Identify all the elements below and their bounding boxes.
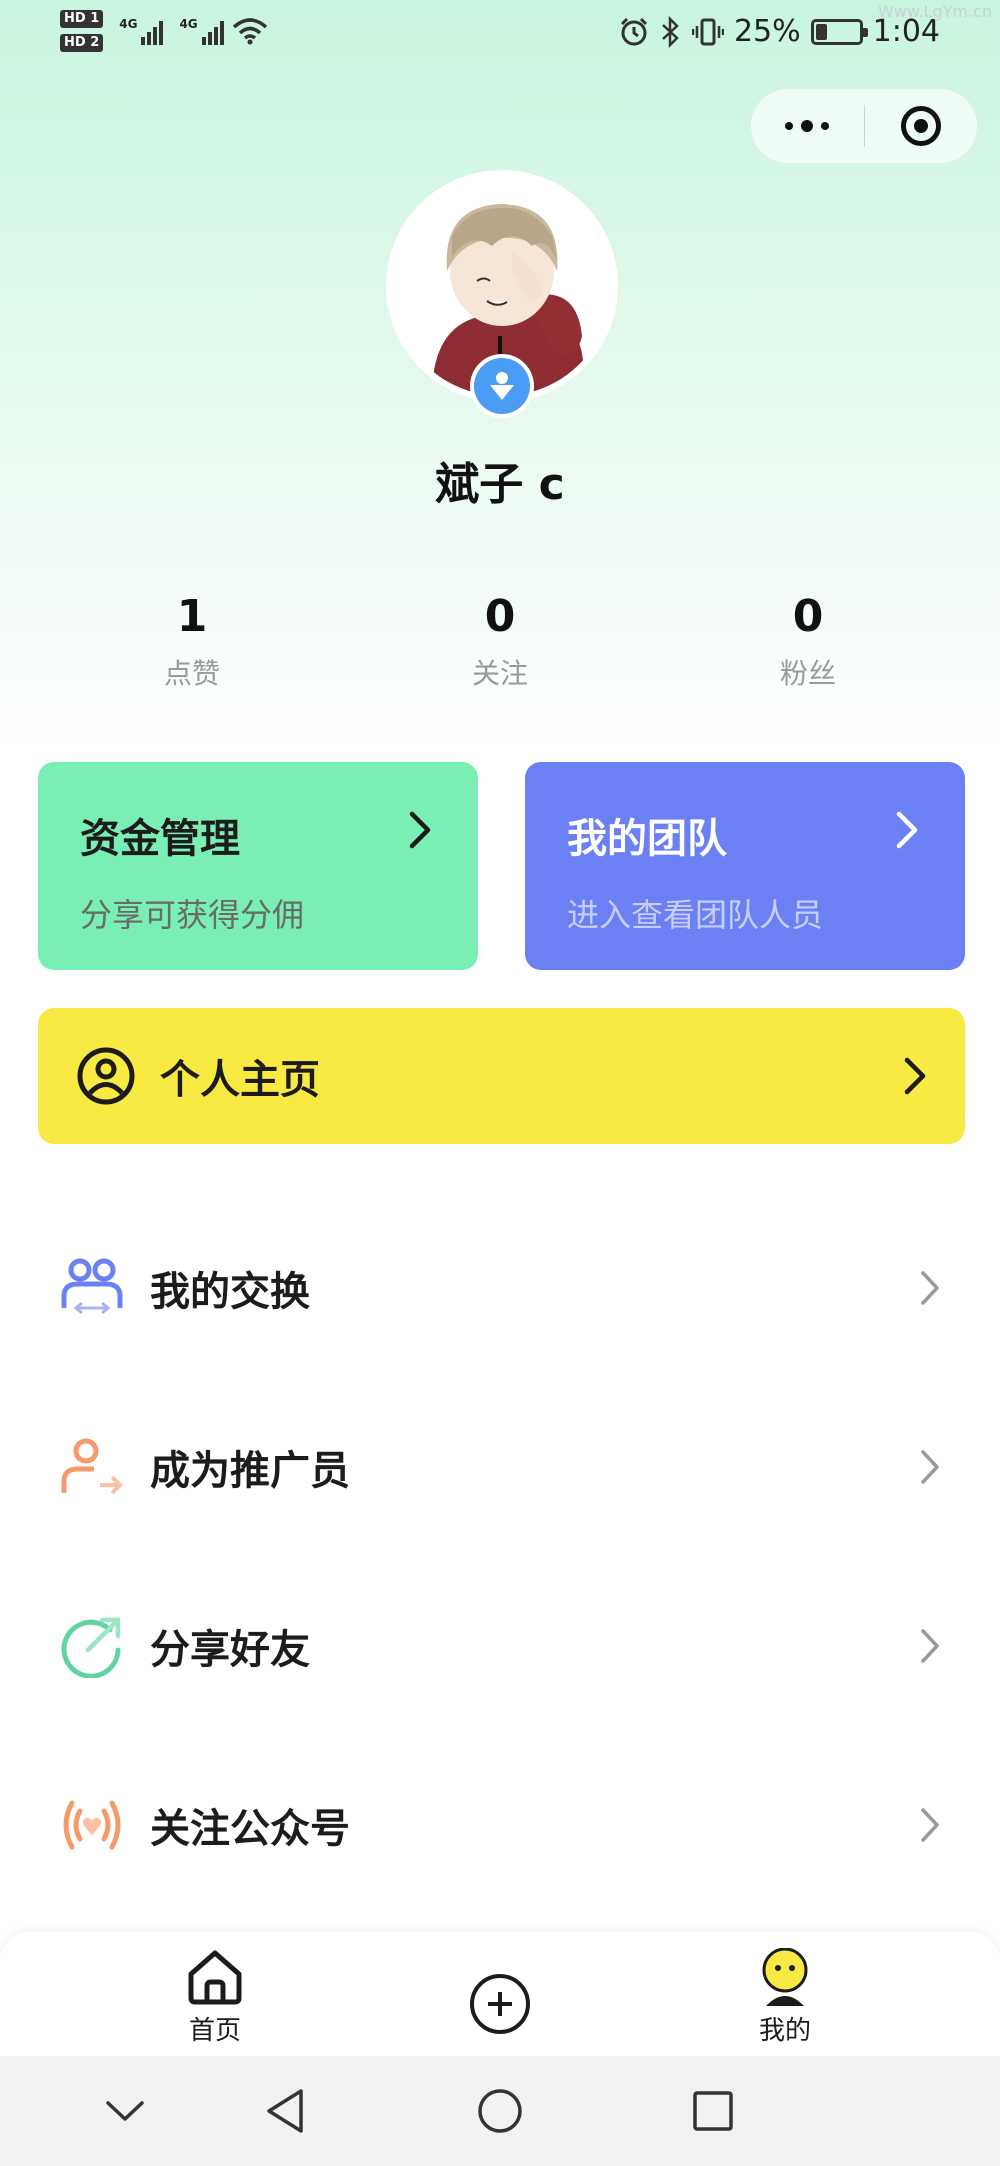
network-type-1: 4G bbox=[119, 17, 138, 31]
stat-fans-label: 粉丝 bbox=[779, 657, 836, 690]
recents-button[interactable] bbox=[688, 2086, 738, 2136]
personal-homepage-label: 个人主页 bbox=[160, 1057, 320, 1103]
stat-following-value: 0 bbox=[484, 591, 516, 642]
system-navigation-bar bbox=[0, 2056, 1000, 2166]
menu-label-follow-official-account: 关注公众号 bbox=[150, 1806, 350, 1852]
home-circle-icon bbox=[478, 2089, 522, 2133]
stat-fans[interactable]: 0 粉丝 bbox=[708, 590, 908, 692]
my-team-card[interactable]: 我的团队 进入查看团队人员 bbox=[525, 762, 965, 970]
battery-percent: 25% bbox=[733, 14, 801, 49]
menu-item-share-friends[interactable]: 分享好友 bbox=[0, 1571, 1000, 1721]
target-icon bbox=[900, 106, 941, 146]
stat-likes-value: 1 bbox=[176, 591, 208, 642]
team-card-title: 我的团队 bbox=[567, 816, 727, 862]
chevron-right-icon bbox=[904, 1057, 926, 1095]
close-miniprogram-button[interactable] bbox=[865, 89, 978, 163]
battery-icon bbox=[810, 18, 868, 45]
stat-likes[interactable]: 1 点赞 bbox=[92, 590, 292, 692]
tab-home[interactable]: 首页 bbox=[140, 1948, 290, 2047]
menu-item-follow-official-account[interactable]: 关注公众号 bbox=[0, 1750, 1000, 1900]
status-bar: HD 1 HD 2 4G 4G 25% 1:04 Www.LgYm.cn bbox=[0, 0, 1000, 70]
network-type-2: 4G bbox=[179, 17, 198, 31]
broadcast-heart-icon bbox=[63, 1800, 121, 1850]
chevron-right-icon bbox=[896, 811, 918, 849]
tab-mine[interactable]: 我的 bbox=[710, 1947, 860, 2047]
wifi-icon bbox=[232, 18, 267, 45]
bottom-tab-bar: 首页 我的 bbox=[0, 1932, 1000, 2056]
signal-2-icon: 4G bbox=[179, 17, 224, 45]
chevron-down-icon bbox=[106, 2101, 144, 2121]
promoter-icon bbox=[61, 1438, 123, 1495]
username: 斌子 c bbox=[435, 459, 565, 510]
bluetooth-icon bbox=[662, 15, 679, 48]
funds-card-subtitle: 分享可获得分佣 bbox=[80, 896, 305, 934]
smiley-user-icon bbox=[762, 1947, 808, 2006]
chevron-right-icon bbox=[921, 1629, 939, 1663]
team-card-subtitle: 进入查看团队人员 bbox=[567, 896, 824, 934]
gender-male-icon bbox=[490, 372, 514, 400]
vibrate-icon bbox=[691, 18, 724, 45]
back-triangle-icon bbox=[267, 2089, 303, 2133]
exchange-users-icon bbox=[61, 1258, 123, 1315]
gender-badge bbox=[470, 354, 534, 418]
hd1-badge: HD 1 bbox=[60, 10, 104, 28]
add-circle-icon bbox=[470, 1974, 530, 2034]
chevron-right-icon bbox=[409, 811, 431, 849]
home-nav-button[interactable] bbox=[475, 2086, 525, 2136]
stat-following[interactable]: 0 关注 bbox=[400, 590, 600, 692]
status-left: HD 1 HD 2 4G 4G bbox=[60, 10, 268, 52]
funds-management-card[interactable]: 资金管理 分享可获得分佣 bbox=[38, 762, 478, 970]
stat-following-label: 关注 bbox=[471, 657, 528, 690]
tab-add[interactable] bbox=[425, 1972, 575, 2040]
stat-likes-label: 点赞 bbox=[163, 657, 220, 690]
recents-square-icon bbox=[693, 2091, 733, 2131]
chevron-right-icon bbox=[921, 1271, 939, 1305]
personal-homepage-button[interactable]: 个人主页 bbox=[38, 1008, 965, 1144]
alarm-icon bbox=[620, 17, 647, 45]
chevron-right-icon bbox=[921, 1450, 939, 1484]
share-arrow-icon bbox=[61, 1617, 121, 1678]
tab-mine-label: 我的 bbox=[758, 2016, 811, 2046]
menu-label-become-promoter: 成为推广员 bbox=[150, 1448, 350, 1494]
menu-label-my-exchange: 我的交换 bbox=[150, 1269, 310, 1315]
hide-nav-button[interactable] bbox=[100, 2086, 150, 2136]
menu-label-share-friends: 分享好友 bbox=[150, 1627, 310, 1673]
funds-card-title: 资金管理 bbox=[80, 816, 240, 862]
miniprogram-capsule bbox=[750, 88, 978, 164]
back-button[interactable] bbox=[260, 2086, 310, 2136]
tab-home-label: 首页 bbox=[188, 2016, 241, 2046]
home-icon bbox=[188, 1950, 242, 2005]
more-button[interactable] bbox=[751, 89, 864, 163]
signal-1-icon: 4G bbox=[119, 17, 164, 45]
stat-fans-value: 0 bbox=[792, 591, 824, 642]
user-circle-icon bbox=[77, 1047, 135, 1105]
hd2-badge: HD 2 bbox=[60, 34, 104, 52]
watermark: Www.LgYm.cn bbox=[877, 2, 992, 21]
chevron-right-icon bbox=[921, 1808, 939, 1842]
menu-item-become-promoter[interactable]: 成为推广员 bbox=[0, 1392, 1000, 1542]
menu-item-my-exchange[interactable]: 我的交换 bbox=[0, 1213, 1000, 1363]
